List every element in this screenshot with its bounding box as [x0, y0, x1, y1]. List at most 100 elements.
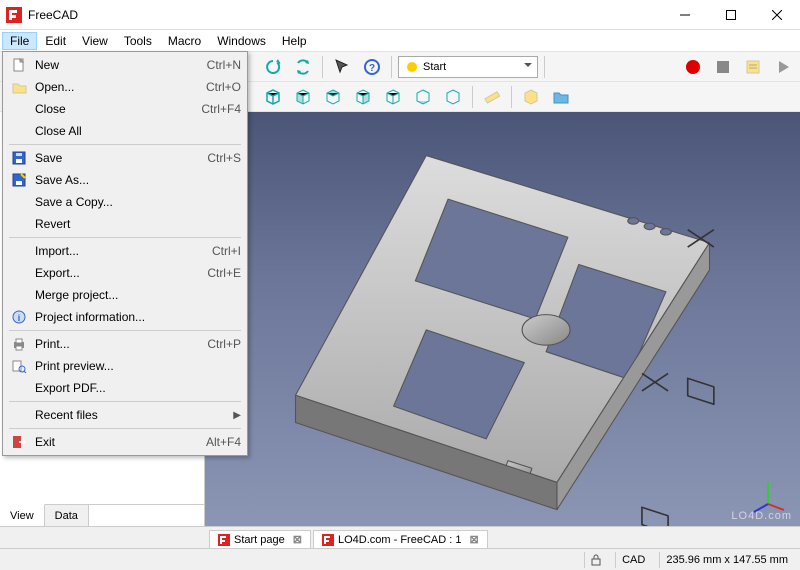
- blank-icon: [9, 380, 29, 396]
- menu-item-shortcut: Ctrl+F4: [201, 102, 241, 116]
- menu-item-label: Import...: [35, 244, 212, 258]
- menu-item-label: Print...: [35, 337, 207, 351]
- folder-icon[interactable]: [548, 84, 574, 110]
- menu-item-recent-files[interactable]: Recent files▶: [5, 404, 245, 426]
- blank-icon: [9, 216, 29, 232]
- workbench-selector[interactable]: Start: [398, 56, 538, 78]
- close-icon[interactable]: ⊠: [293, 533, 302, 546]
- workbench-label: Start: [423, 61, 446, 73]
- menu-item-save[interactable]: SaveCtrl+S: [5, 147, 245, 169]
- right-cube-icon[interactable]: [350, 84, 376, 110]
- menu-item-revert[interactable]: Revert: [5, 213, 245, 235]
- part-icon[interactable]: [518, 84, 544, 110]
- menu-item-merge-project[interactable]: Merge project...: [5, 284, 245, 306]
- menu-item-label: Save: [35, 151, 207, 165]
- menu-item-new[interactable]: NewCtrl+N: [5, 54, 245, 76]
- blank-icon: [9, 243, 29, 259]
- menu-item-shortcut: Ctrl+N: [207, 58, 241, 72]
- doc-tab-startpage[interactable]: Start page ⊠: [209, 530, 311, 548]
- app-icon: [6, 7, 22, 23]
- refresh2-icon[interactable]: [290, 54, 316, 80]
- doc-tab-label: LO4D.com - FreeCAD : 1: [338, 534, 461, 546]
- bottom-cube-icon[interactable]: [410, 84, 436, 110]
- window-controls: [662, 0, 800, 30]
- open-icon: [9, 79, 29, 95]
- sidebar-tabs: View Data: [0, 504, 204, 526]
- blank-icon: [9, 407, 29, 423]
- menu-item-print-preview[interactable]: Print preview...: [5, 355, 245, 377]
- doc-tab-label: Start page: [234, 534, 285, 546]
- svg-text:i: i: [18, 313, 21, 323]
- cursor-icon[interactable]: [329, 54, 355, 80]
- menu-item-project-information[interactable]: i Project information...: [5, 306, 245, 328]
- left-cube-icon[interactable]: [440, 84, 466, 110]
- menu-item-label: Export PDF...: [35, 381, 241, 395]
- save-icon: [9, 150, 29, 166]
- menu-edit[interactable]: Edit: [37, 32, 74, 50]
- chevron-right-icon: ▶: [233, 410, 241, 421]
- play-icon[interactable]: [770, 54, 796, 80]
- statusbar: CAD 235.96 mm x 147.55 mm: [0, 548, 800, 570]
- saveas-icon: [9, 172, 29, 188]
- record-icon[interactable]: [680, 54, 706, 80]
- notepad-icon[interactable]: [740, 54, 766, 80]
- menu-separator: [9, 237, 241, 238]
- status-mode: CAD: [615, 552, 651, 568]
- measure-icon[interactable]: [479, 84, 505, 110]
- help-icon[interactable]: ?: [359, 54, 385, 80]
- stop-icon[interactable]: [710, 54, 736, 80]
- close-icon[interactable]: ⊠: [469, 533, 478, 546]
- tab-data[interactable]: Data: [45, 505, 89, 526]
- menu-item-label: Revert: [35, 217, 241, 231]
- window-title: FreeCAD: [28, 8, 662, 22]
- menu-item-exit[interactable]: ExitAlt+F4: [5, 431, 245, 453]
- iso-cube-icon[interactable]: [260, 84, 286, 110]
- svg-text:?: ?: [369, 63, 375, 74]
- menu-item-save-a-copy[interactable]: Save a Copy...: [5, 191, 245, 213]
- menu-item-import[interactable]: Import...Ctrl+I: [5, 240, 245, 262]
- minimize-button[interactable]: [662, 0, 708, 30]
- menu-item-shortcut: Ctrl+I: [212, 244, 241, 258]
- refresh-icon[interactable]: [260, 54, 286, 80]
- back-cube-icon[interactable]: [380, 84, 406, 110]
- menu-item-export-pdf[interactable]: Export PDF...: [5, 377, 245, 399]
- front-cube-icon[interactable]: [290, 84, 316, 110]
- menu-help[interactable]: Help: [274, 32, 315, 50]
- menu-item-open[interactable]: Open...Ctrl+O: [5, 76, 245, 98]
- menu-item-label: Exit: [35, 435, 206, 449]
- menu-item-label: Recent files: [35, 408, 233, 422]
- menu-item-print[interactable]: Print...Ctrl+P: [5, 333, 245, 355]
- status-dimensions: 235.96 mm x 147.55 mm: [659, 552, 794, 568]
- info-icon: i: [9, 309, 29, 325]
- menu-macro[interactable]: Macro: [160, 32, 209, 50]
- doc-tab-document[interactable]: LO4D.com - FreeCAD : 1 ⊠: [313, 530, 488, 548]
- print-icon: [9, 336, 29, 352]
- menu-view[interactable]: View: [74, 32, 116, 50]
- menu-item-shortcut: Ctrl+O: [206, 80, 241, 94]
- top-cube-icon[interactable]: [320, 84, 346, 110]
- menu-item-label: New: [35, 58, 207, 72]
- menu-item-save-as[interactable]: Save As...: [5, 169, 245, 191]
- menu-item-close[interactable]: CloseCtrl+F4: [5, 98, 245, 120]
- menu-item-label: Project information...: [35, 310, 241, 324]
- menu-file[interactable]: File: [2, 32, 37, 50]
- menu-windows[interactable]: Windows: [209, 32, 274, 50]
- menu-item-shortcut: Ctrl+P: [207, 337, 241, 351]
- menu-separator: [9, 428, 241, 429]
- close-button[interactable]: [754, 0, 800, 30]
- menu-tools[interactable]: Tools: [116, 32, 160, 50]
- tab-view[interactable]: View: [0, 504, 45, 526]
- exit-icon: [9, 434, 29, 450]
- menu-separator: [9, 330, 241, 331]
- menu-item-label: Close All: [35, 124, 241, 138]
- file-menu-dropdown: NewCtrl+NOpen...Ctrl+OCloseCtrl+F4Close …: [2, 51, 248, 456]
- maximize-button[interactable]: [708, 0, 754, 30]
- menu-item-export[interactable]: Export...Ctrl+E: [5, 262, 245, 284]
- menu-item-label: Open...: [35, 80, 206, 94]
- 3d-viewport[interactable]: LO4D.com: [205, 112, 800, 526]
- menu-item-label: Close: [35, 102, 201, 116]
- menubar: File Edit View Tools Macro Windows Help: [0, 30, 800, 52]
- blank-icon: [9, 265, 29, 281]
- blank-icon: [9, 287, 29, 303]
- menu-item-close-all[interactable]: Close All: [5, 120, 245, 142]
